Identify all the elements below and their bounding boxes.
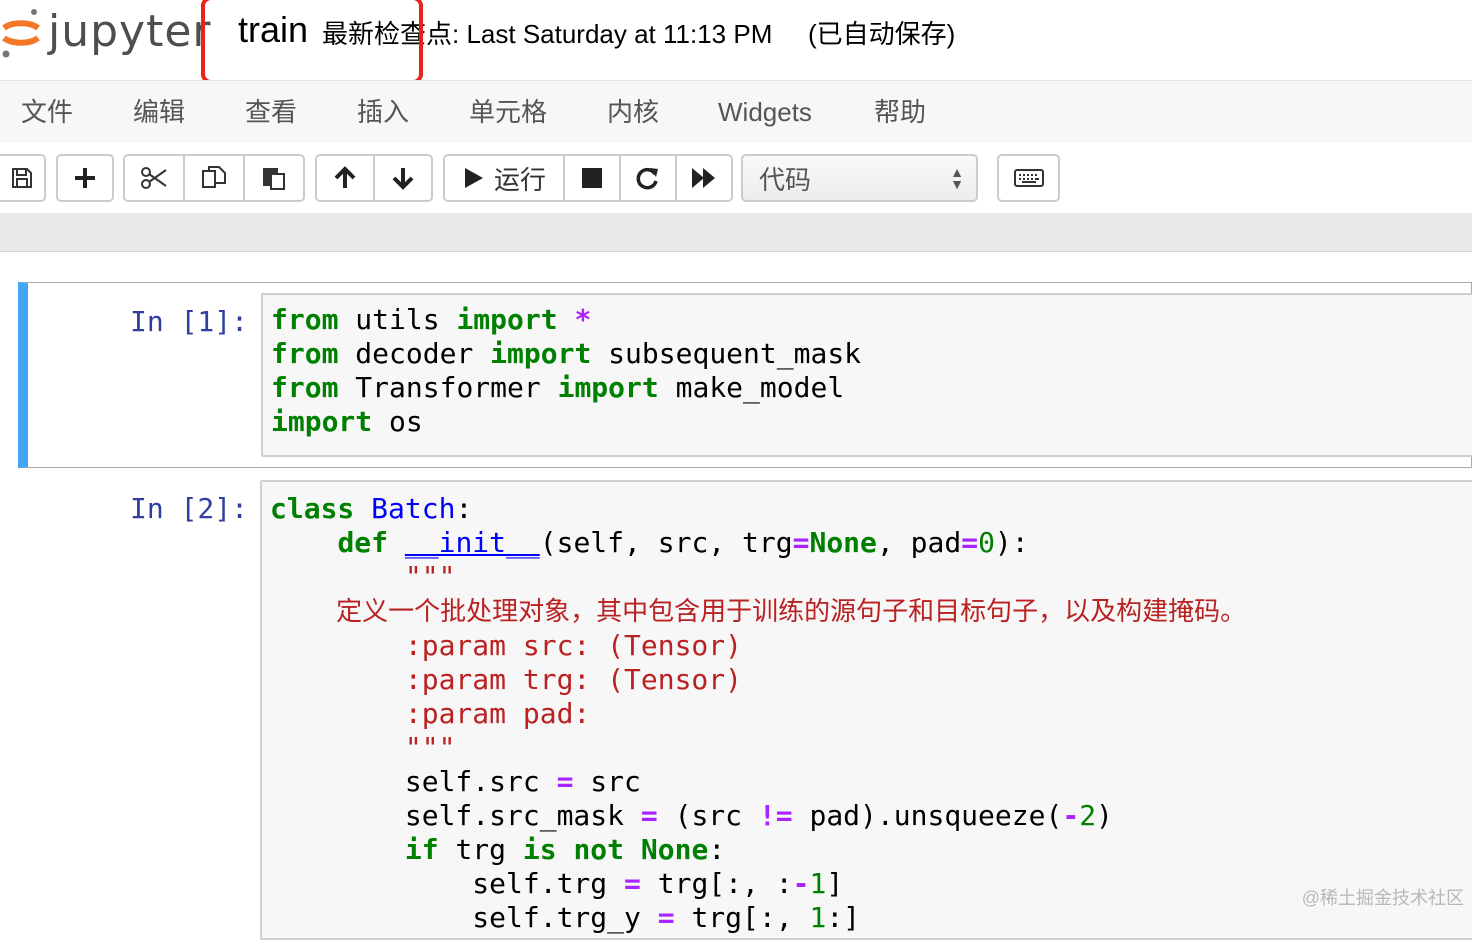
run-button[interactable]: 运行 xyxy=(443,154,565,202)
keyword: import xyxy=(490,337,592,370)
keyword: class xyxy=(270,492,355,525)
cell-prompt: In [2]: xyxy=(130,492,249,525)
menu-kernel[interactable]: 内核 xyxy=(607,95,659,129)
notebook-container: In [1]: from utils import * from decoder… xyxy=(0,252,1472,940)
code-editor[interactable]: from utils import * from decoder import … xyxy=(261,293,1472,457)
keyword: def xyxy=(337,526,389,559)
toolbar: 运行 代码 ▲ ▼ xyxy=(0,143,1472,213)
docstring: """ xyxy=(404,560,456,593)
toolbar-separator-band xyxy=(0,213,1472,252)
cell-type-value: 代码 xyxy=(759,164,812,195)
code-editor[interactable]: class Batch: def __init__(self, src, trg… xyxy=(260,480,1472,940)
restart-kernel-button[interactable] xyxy=(619,154,677,202)
scissors-icon xyxy=(141,167,167,189)
jupyter-logo[interactable]: jupyter xyxy=(0,4,212,60)
menu-cell[interactable]: 单元格 xyxy=(469,95,547,129)
stop-icon xyxy=(582,168,602,188)
keyword: is xyxy=(522,833,557,866)
operator: = xyxy=(624,867,641,900)
operator: - xyxy=(792,867,810,900)
select-arrows-icon: ▲ ▼ xyxy=(950,164,964,192)
insert-group xyxy=(56,154,114,202)
edit-group xyxy=(123,154,305,202)
keyword: if xyxy=(404,833,439,866)
floppy-disk-icon xyxy=(12,168,32,188)
annotation-highlight-box xyxy=(201,0,423,84)
docstring: 定义一个批处理对象，其中包含用于训练的源句子和目标句子，以及构建掩码。 xyxy=(270,597,1247,627)
save-button[interactable] xyxy=(0,154,46,202)
cell-type-select[interactable]: 代码 ▲ ▼ xyxy=(741,154,978,202)
operator: = xyxy=(556,765,574,798)
notebook-header: jupyter train 最新检查点: Last Saturday at 11… xyxy=(0,0,1472,84)
operator: * xyxy=(574,303,592,336)
jupyter-logo-text: jupyter xyxy=(48,6,212,57)
command-palette-button[interactable] xyxy=(997,154,1060,202)
paste-icon xyxy=(263,168,285,190)
run-label: 运行 xyxy=(493,164,546,195)
menu-view[interactable]: 查看 xyxy=(245,95,297,129)
operator: - xyxy=(1062,799,1080,832)
operator: = xyxy=(657,901,675,934)
keyword: from xyxy=(271,371,339,404)
arrow-down-icon xyxy=(392,168,414,190)
keyword: not xyxy=(573,833,625,866)
move-group xyxy=(315,154,433,202)
run-group: 运行 xyxy=(443,154,733,202)
restart-run-all-button[interactable] xyxy=(675,154,733,202)
keyword: import xyxy=(557,371,659,404)
operator: = xyxy=(792,526,810,559)
operator: != xyxy=(758,799,793,832)
number: 1 xyxy=(809,901,827,934)
cut-button[interactable] xyxy=(123,154,185,202)
fast-forward-icon xyxy=(692,168,715,188)
keyword: import xyxy=(271,405,373,438)
insert-cell-button[interactable] xyxy=(56,154,114,202)
menu-widgets[interactable]: Widgets xyxy=(718,95,812,129)
autosave-status: (已自动保存) xyxy=(808,19,956,49)
operator: = xyxy=(640,799,658,832)
jupyter-logo-icon xyxy=(0,4,42,60)
keyword: None xyxy=(640,833,709,866)
function-name: __init__ xyxy=(404,526,540,559)
number: 2 xyxy=(1079,799,1097,832)
code-cell-1[interactable]: In [1]: from utils import * from decoder… xyxy=(18,282,1472,468)
copy-button[interactable] xyxy=(183,154,245,202)
code-block: class Batch: def __init__(self, src, trg… xyxy=(270,492,1247,934)
docstring: :param src: (Tensor) :param trg: (Tensor… xyxy=(404,629,743,764)
keyword: from xyxy=(271,337,339,370)
keyword: import xyxy=(456,303,558,336)
cell-prompt: In [1]: xyxy=(130,305,249,338)
keyboard-icon xyxy=(1013,169,1044,187)
refresh-icon xyxy=(636,167,658,190)
arrow-up-icon xyxy=(334,166,356,188)
plus-icon xyxy=(75,168,95,188)
watermark: @稀土掘金技术社区 xyxy=(1301,888,1464,908)
move-up-button[interactable] xyxy=(315,154,375,202)
interrupt-kernel-button[interactable] xyxy=(563,154,621,202)
paste-button[interactable] xyxy=(243,154,305,202)
class-name: Batch xyxy=(371,492,456,525)
menu-edit[interactable]: 编辑 xyxy=(133,95,185,129)
keyword: from xyxy=(271,303,339,336)
save-group xyxy=(0,154,46,202)
menu-insert[interactable]: 插入 xyxy=(357,95,409,129)
operator: = xyxy=(961,526,979,559)
code-block: from utils import * from decoder import … xyxy=(271,303,862,438)
number: 1 xyxy=(809,867,827,900)
code-cell-2[interactable]: In [2]: class Batch: def __init__(self, … xyxy=(28,480,1472,940)
number: 0 xyxy=(978,526,995,559)
menu-help[interactable]: 帮助 xyxy=(874,95,926,129)
menu-file[interactable]: 文件 xyxy=(21,95,73,129)
copy-icon xyxy=(202,166,226,188)
play-icon xyxy=(464,168,483,188)
command-palette-group xyxy=(997,154,1060,202)
keyword: None xyxy=(809,526,877,559)
move-down-button[interactable] xyxy=(373,154,433,202)
menu-bar: 文件 编辑 查看 插入 单元格 内核 Widgets 帮助 xyxy=(0,80,1472,144)
